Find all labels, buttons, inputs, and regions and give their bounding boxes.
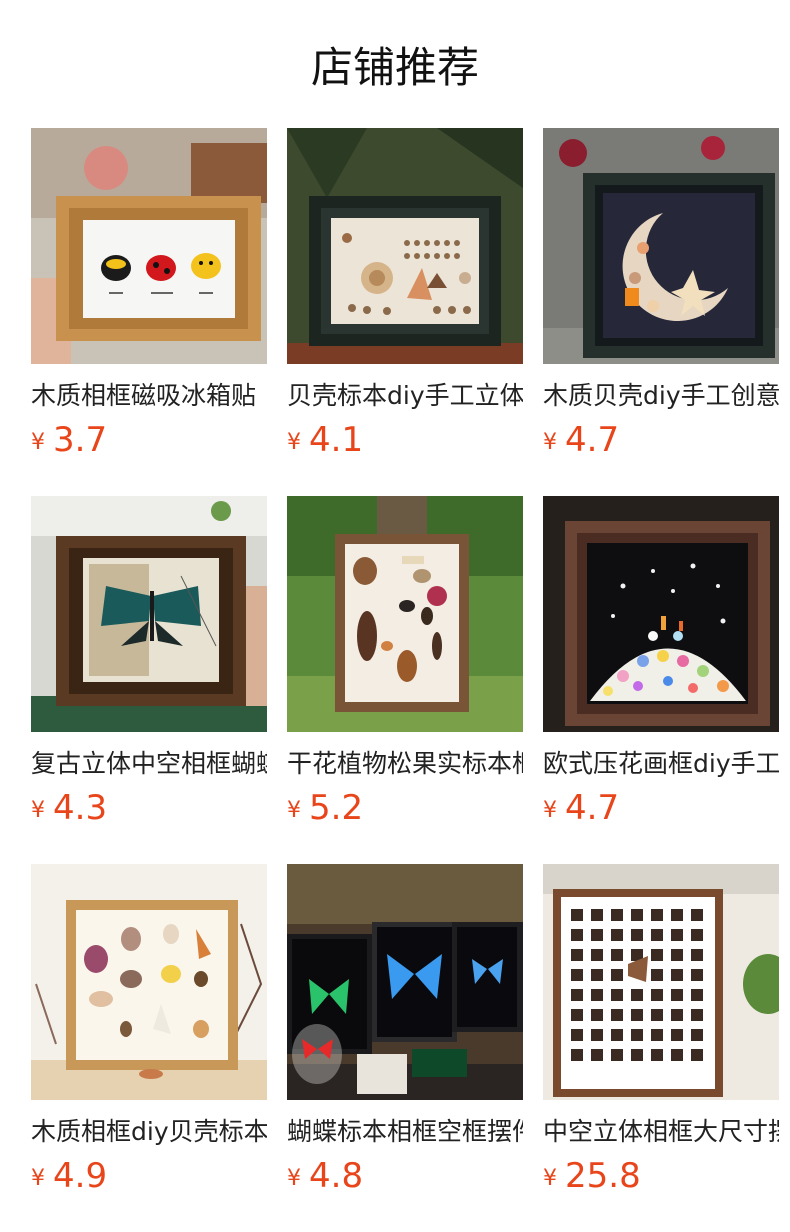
product-price: ¥5.2 — [287, 786, 363, 830]
currency-symbol: ¥ — [287, 1166, 301, 1191]
product-name[interactable]: 复古立体中空相框蝴蝶 — [31, 748, 267, 784]
price-value: 4.7 — [565, 788, 620, 828]
product-name[interactable]: 木质相框diy贝壳标本 — [31, 1116, 267, 1152]
price-value: 4.3 — [53, 788, 108, 828]
price-value: 25.8 — [565, 1156, 641, 1196]
product-card[interactable]: 蝴蝶标本相框空框摆件 ¥4.8 — [287, 864, 523, 1204]
price-value: 5.2 — [309, 788, 364, 828]
product-name[interactable]: 欧式压花画框diy手工 — [543, 748, 779, 784]
product-price: ¥4.7 — [543, 418, 619, 462]
product-card[interactable]: 欧式压花画框diy手工 ¥4.7 — [543, 496, 779, 836]
price-value: 4.7 — [565, 420, 620, 460]
price-value: 4.1 — [309, 420, 364, 460]
product-card[interactable]: 木质贝壳diy手工创意 ¥4.7 — [543, 128, 779, 468]
product-image[interactable] — [31, 496, 267, 732]
pressed-flower-frame-image — [543, 496, 779, 732]
currency-symbol: ¥ — [287, 430, 301, 455]
price-value: 3.7 — [53, 420, 108, 460]
shell-specimen-frame-image — [287, 128, 523, 364]
product-image[interactable] — [31, 128, 267, 364]
product-image[interactable] — [543, 864, 779, 1100]
currency-symbol: ¥ — [543, 1166, 557, 1191]
product-image[interactable] — [31, 864, 267, 1100]
shell-moon-frame-image — [543, 128, 779, 364]
price-value: 4.8 — [309, 1156, 364, 1196]
product-card[interactable]: 贝壳标本diy手工立体 ¥4.1 — [287, 128, 523, 468]
product-image[interactable] — [287, 496, 523, 732]
butterfly-display-frames-image — [287, 864, 523, 1100]
currency-symbol: ¥ — [287, 798, 301, 823]
product-price: ¥4.7 — [543, 786, 619, 830]
product-image[interactable] — [543, 496, 779, 732]
currency-symbol: ¥ — [543, 430, 557, 455]
grid-specimen-frame-image — [543, 864, 779, 1100]
product-price: ¥4.1 — [287, 418, 363, 462]
page-title: 店铺推荐 — [310, 43, 479, 92]
pinecone-specimen-frame-image — [287, 496, 523, 732]
product-name[interactable]: 蝴蝶标本相框空框摆件 — [287, 1116, 523, 1152]
product-card[interactable]: 复古立体中空相框蝴蝶 ¥4.3 — [31, 496, 267, 836]
currency-symbol: ¥ — [31, 430, 45, 455]
currency-symbol: ¥ — [31, 798, 45, 823]
product-price: ¥3.7 — [31, 418, 107, 462]
product-card[interactable]: 中空立体相框大尺寸摆 ¥25.8 — [543, 864, 779, 1204]
labeled-shell-frame-image — [31, 864, 267, 1100]
product-image[interactable] — [287, 864, 523, 1100]
product-card[interactable]: 木质相框磁吸冰箱贴 ¥3.7 — [31, 128, 267, 468]
ladybug-frame-image — [31, 128, 267, 364]
currency-symbol: ¥ — [31, 1166, 45, 1191]
product-name[interactable]: 干花植物松果实标本框 — [287, 748, 523, 784]
product-card[interactable]: 干花植物松果实标本框 ¥5.2 — [287, 496, 523, 836]
product-image[interactable] — [543, 128, 779, 364]
butterfly-vintage-frame-image — [31, 496, 267, 732]
product-image[interactable] — [287, 128, 523, 364]
product-price: ¥4.9 — [31, 1154, 107, 1198]
product-price: ¥4.3 — [31, 786, 107, 830]
product-name[interactable]: 木质贝壳diy手工创意 — [543, 380, 779, 416]
product-name[interactable]: 木质相框磁吸冰箱贴 — [31, 380, 267, 416]
product-name[interactable]: 中空立体相框大尺寸摆 — [543, 1116, 779, 1152]
product-price: ¥4.8 — [287, 1154, 363, 1198]
product-card[interactable]: 木质相框diy贝壳标本 ¥4.9 — [31, 864, 267, 1204]
price-value: 4.9 — [53, 1156, 108, 1196]
product-price: ¥25.8 — [543, 1154, 641, 1198]
product-name[interactable]: 贝壳标本diy手工立体 — [287, 380, 523, 416]
currency-symbol: ¥ — [543, 798, 557, 823]
